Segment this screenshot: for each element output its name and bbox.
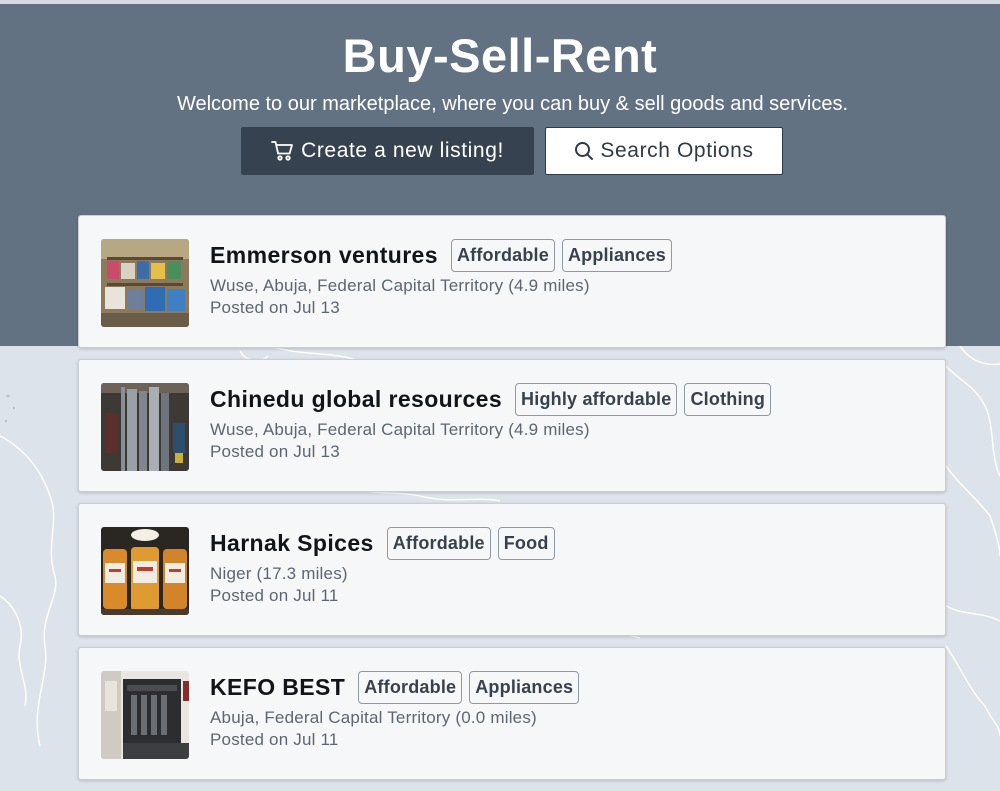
listing-posted-date: Posted on Jul 11 [210,586,339,605]
listing-posted-date: Posted on Jul 13 [210,298,340,317]
listing-title[interactable]: Emmerson ventures [210,242,438,269]
listing-title[interactable]: Chinedu global resources [210,386,502,413]
listing-card[interactable]: Emmerson ventures Affordable Appliances … [78,215,946,348]
listing-location: Wuse, Abuja, Federal Capital Territory (… [210,276,590,295]
listing-card[interactable]: KEFO BEST Affordable Appliances Abuja, F… [78,647,946,780]
listing-posted-date: Posted on Jul 11 [210,730,339,749]
category-tag: Appliances [469,671,580,704]
search-options-button[interactable]: Search Options [545,127,783,175]
price-tag: Affordable [386,527,491,560]
listing-card[interactable]: Chinedu global resources Highly affordab… [78,359,946,492]
cart-icon [271,140,295,162]
listing-thumbnail[interactable] [101,671,189,759]
page-title: Buy-Sell-Rent [342,29,658,82]
price-tag: Affordable [358,671,463,704]
page-subtitle: Welcome to our marketplace, where you ca… [176,93,849,115]
create-listing-label: Create a new listing! [301,139,504,162]
create-listing-button[interactable]: Create a new listing! [241,127,534,175]
category-tag: Appliances [561,239,672,272]
search-options-label: Search Options [600,139,754,162]
listing-location: Niger (17.3 miles) [210,564,348,583]
listing-location: Wuse, Abuja, Federal Capital Territory (… [210,420,590,439]
search-icon [574,141,594,161]
price-tag: Highly affordable [515,383,678,416]
listing-posted-date: Posted on Jul 13 [210,442,340,461]
category-tag: Clothing [684,383,772,416]
listing-thumbnail[interactable] [101,527,189,615]
category-tag: Food [497,527,555,560]
price-tag: Affordable [450,239,555,272]
listing-card[interactable]: Harnak Spices Affordable Food Niger (17.… [78,503,946,636]
listing-location: Abuja, Federal Capital Territory (0.0 mi… [210,708,537,727]
listing-thumbnail[interactable] [101,383,189,471]
listing-thumbnail[interactable] [101,239,189,327]
listing-title[interactable]: KEFO BEST [210,674,345,701]
listing-title[interactable]: Harnak Spices [210,530,374,557]
